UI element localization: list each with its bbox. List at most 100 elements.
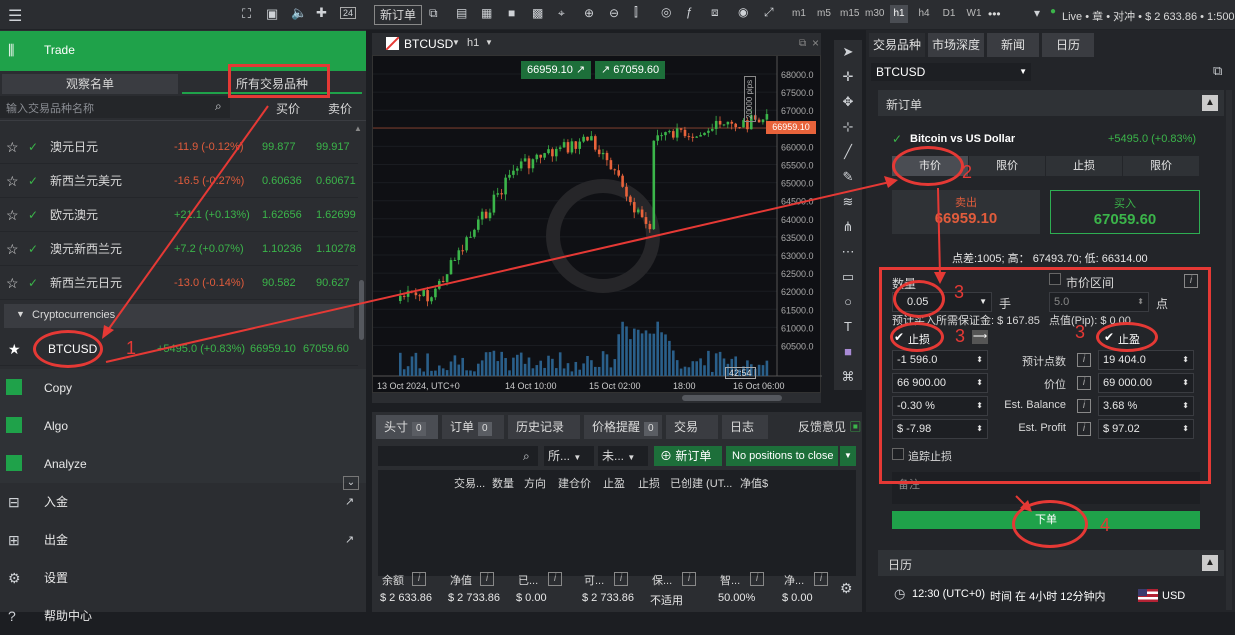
star-icon[interactable]: ☆ — [6, 266, 19, 300]
symbol-select[interactable]: BTCUSD ▼ — [871, 63, 1031, 81]
camera-icon[interactable]: ⌘ — [840, 369, 856, 385]
indicator-icon[interactable]: ƒ — [686, 5, 693, 19]
sell-button[interactable]: 卖出 66959.10 — [892, 190, 1040, 234]
symbol-search-input[interactable]: 输入交易品种名称 ⌕ — [0, 96, 230, 118]
sound-icon[interactable]: 🔈 — [291, 5, 307, 21]
chart-link-icon[interactable]: ⧉ — [1213, 63, 1222, 79]
fullscreen-icon[interactable]: ⛶ — [242, 6, 251, 22]
right-scrollbar[interactable] — [1226, 90, 1232, 610]
24h-icon[interactable]: 24 — [340, 7, 357, 19]
crosshair-icon[interactable]: ⌖ — [558, 6, 565, 21]
plugin-icon[interactable]: ✚ — [316, 5, 327, 21]
dropdown-icon[interactable]: ▼ — [452, 38, 460, 47]
price-chart[interactable]: 68000.067500.067000.066500.066000.065500… — [372, 55, 822, 393]
menu-help[interactable]: ? 帮助中心 — [0, 597, 366, 635]
timeframe-D1[interactable]: D1 — [940, 5, 958, 23]
account-info[interactable]: Live • 章 • 对冲 • $ 2 633.86 • 1:500 — [1062, 8, 1235, 24]
order-type-1[interactable]: 限价 — [969, 156, 1045, 176]
info-icon[interactable]: i — [480, 572, 494, 586]
more-menu[interactable]: ••• — [988, 7, 1001, 21]
zoom-in-icon[interactable]: ⊕ — [584, 6, 594, 20]
text-icon[interactable]: T — [840, 319, 856, 334]
move-icon[interactable]: ✥ — [840, 94, 856, 110]
close-all-button[interactable]: No positions to close — [726, 446, 838, 466]
fib-icon[interactable]: ≋ — [840, 194, 856, 210]
pen-icon[interactable]: ✎ — [840, 169, 856, 185]
chart-scrollbar[interactable] — [372, 393, 821, 403]
menu-settings[interactable]: ⚙ 设置 — [0, 559, 366, 597]
timeframe-h4[interactable]: h4 — [915, 5, 933, 23]
chart-timeframe[interactable]: h1 — [467, 37, 479, 49]
close-all-dropdown-icon[interactable]: ▼ — [840, 446, 856, 466]
gear-icon[interactable]: ⚙ — [840, 580, 853, 597]
info-icon[interactable]: i — [614, 572, 628, 586]
bottom-new-order-button[interactable]: ⊕ 新订单 — [654, 446, 722, 466]
info-icon[interactable]: i — [682, 572, 696, 586]
watchlist-row[interactable]: ☆ ✓ 新西兰元美元 -16.5 (-0.27%) 0.60636 0.6067… — [0, 164, 358, 198]
positions-icon[interactable]: ⤢ — [764, 5, 774, 20]
menu-analyze[interactable]: Analyze — [0, 445, 366, 483]
bottom-tab[interactable]: 日志 — [722, 415, 768, 439]
cbot-icon[interactable]: ◎ — [661, 5, 671, 19]
filter-select-2[interactable]: 未... ▼ — [598, 446, 648, 466]
crosshair-icon[interactable]: ✛ — [840, 69, 856, 85]
column-header[interactable]: 交易... — [454, 475, 485, 491]
info-icon[interactable]: i — [412, 572, 426, 586]
popout-icon[interactable]: ⧉ — [799, 38, 806, 49]
star-icon[interactable]: ☆ — [6, 198, 19, 232]
timeframe-h1[interactable]: h1 — [890, 5, 908, 23]
menu-copy[interactable]: Copy — [0, 369, 366, 407]
star-icon-filled[interactable]: ★ — [8, 332, 21, 366]
column-header[interactable]: 净值$ — [740, 475, 768, 491]
chart-symbol[interactable]: BTCUSD — [404, 37, 453, 51]
info-icon[interactable]: i — [814, 572, 828, 586]
tab-watchlist[interactable]: 观察名单 — [2, 74, 178, 94]
line-icon[interactable]: ╱ — [840, 144, 856, 160]
template-icon[interactable]: ⧈ — [711, 5, 719, 20]
close-icon[interactable]: × — [812, 36, 819, 50]
filter-select-1[interactable]: 所... ▼ — [544, 446, 594, 466]
group-header[interactable]: ▼ Cryptocurrencies — [4, 304, 354, 328]
column-header[interactable]: 方向 — [524, 475, 546, 491]
window-icon[interactable]: ■ — [508, 6, 515, 20]
column-header[interactable]: 止盈 — [603, 475, 625, 491]
watchlist-row[interactable]: ☆ ✓ 欧元澳元 +21.1 (+0.13%) 1.62656 1.62699 — [0, 198, 358, 232]
position-search-input[interactable]: ⌕ — [378, 446, 538, 466]
timeframe-m15[interactable]: m15 — [840, 5, 859, 23]
order-type-3[interactable]: 限价 — [1123, 156, 1199, 176]
chart-settings-icon[interactable]: ⧉ — [429, 6, 438, 21]
tab-news[interactable]: 新闻 — [987, 33, 1039, 57]
timeframe-m5[interactable]: m5 — [815, 5, 833, 23]
feedback-button[interactable]: 反馈意见 ▣ — [794, 415, 861, 439]
bottom-tab[interactable]: 头寸 0 — [376, 415, 438, 439]
zoom-out-icon[interactable]: ⊖ — [609, 6, 619, 20]
menu-withdraw[interactable]: ⊞ 出金 ↗ — [0, 521, 366, 559]
column-header[interactable]: 已创建 (UT... — [670, 475, 732, 491]
chart-sell-button[interactable]: 66959.10 ↗ — [521, 61, 592, 79]
hline-icon[interactable]: ⋯ — [840, 244, 856, 260]
bottom-tab[interactable]: 历史记录 — [508, 415, 580, 439]
order-type-2[interactable]: 止损 — [1046, 156, 1122, 176]
star-icon[interactable]: ☆ — [6, 164, 19, 198]
bottom-tab[interactable]: 交易 — [666, 415, 718, 439]
dropdown-icon[interactable]: ▼ — [485, 38, 493, 47]
tile-icon[interactable]: ▩ — [532, 6, 543, 20]
grid-icon[interactable]: ▦ — [481, 6, 492, 20]
timeframe-m30[interactable]: m30 — [865, 5, 884, 23]
star-icon[interactable]: ☆ — [6, 130, 19, 164]
column-header[interactable]: 数量 — [492, 475, 514, 491]
tab-market-depth[interactable]: 市场深度 — [928, 33, 984, 57]
eye-icon[interactable]: ◉ — [738, 5, 748, 19]
buy-button[interactable]: 买入 67059.60 — [1050, 190, 1200, 234]
new-order-button[interactable]: 新订单 — [374, 5, 423, 25]
timeframe-m1[interactable]: m1 — [790, 5, 808, 23]
rect-icon[interactable]: ▭ — [840, 269, 856, 285]
watchlist-scrollbar[interactable] — [359, 280, 364, 340]
watchlist-row[interactable]: ☆ ✓ 新西兰元日元 -13.0 (-0.14%) 90.582 90.627 — [0, 266, 358, 300]
column-header[interactable]: 止损 — [638, 475, 660, 491]
color-icon[interactable]: ■ — [840, 344, 856, 359]
watchlist-row[interactable]: ☆ ✓ 澳元新西兰元 +7.2 (+0.07%) 1.10236 1.10278 — [0, 232, 358, 266]
position-icon[interactable]: ⊹ — [840, 119, 856, 135]
chart-buy-button[interactable]: ↗ 67059.60 — [595, 61, 666, 79]
cursor-icon[interactable]: ➤ — [840, 44, 856, 60]
